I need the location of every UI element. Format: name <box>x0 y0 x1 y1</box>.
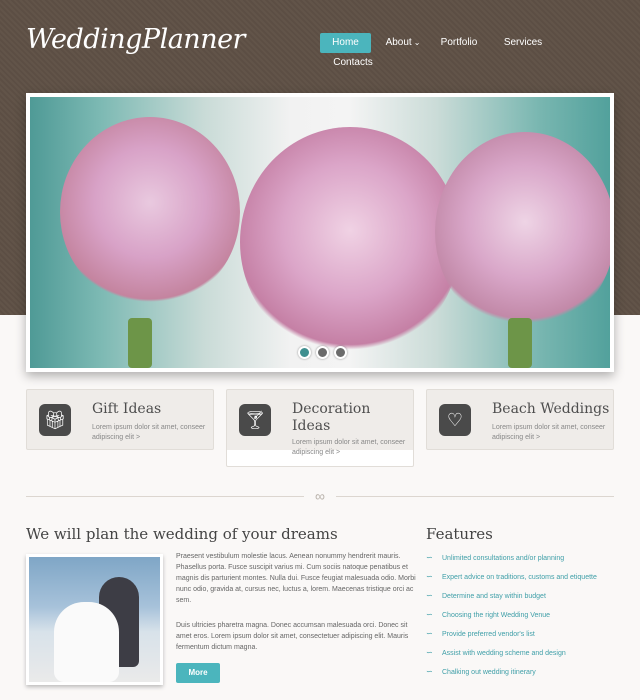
hearts-icon: ♡ <box>439 404 471 436</box>
feature-box-link[interactable]: Lorem ipsum dolor sit amet, conseer adip… <box>492 423 612 443</box>
hero-slider <box>26 93 614 372</box>
main-paragraph-1: Praesent vestibulum molestie lacus. Aene… <box>176 553 416 604</box>
bouquet-left <box>60 117 240 307</box>
nav-home[interactable]: Home <box>320 33 371 53</box>
feature-list-label: Expert advice on traditions, customs and… <box>442 574 597 581</box>
feature-list-label: Provide preferred vendor's list <box>442 631 535 638</box>
more-button[interactable]: More <box>176 663 220 683</box>
main-paragraph-2: Duis ultricies pharetra magna. Donec acc… <box>176 622 409 651</box>
cocktail-glass-icon: 🍸︎ <box>239 404 271 436</box>
swirl-icon: ∽ <box>426 572 433 581</box>
main-section-title: We will plan the wedding of your dreams <box>26 525 338 543</box>
feature-box-title: Gift Ideas <box>92 401 162 417</box>
feature-list-label: Assist with wedding scheme and design <box>442 650 566 657</box>
swirl-icon: ∽ <box>426 629 433 638</box>
swirl-icon: ∽ <box>426 610 433 619</box>
nav-portfolio-label: Portfolio <box>440 37 478 48</box>
slider-dot-3[interactable] <box>334 346 347 359</box>
nav-about[interactable]: About ⌄ <box>383 33 423 53</box>
bride-figure <box>54 602 119 682</box>
section-divider-right <box>336 496 614 497</box>
swirl-icon: ∽ <box>426 667 433 676</box>
feature-box-title: Beach Weddings <box>492 401 610 417</box>
chevron-down-icon: ⌄ <box>413 38 421 47</box>
bouquet-right <box>435 132 610 332</box>
nav-contacts-label: Contacts <box>333 57 373 68</box>
feature-list-item[interactable]: ∽ Provide preferred vendor's list <box>426 629 535 638</box>
feature-list-label: Chalking out wedding itinerary <box>442 669 536 676</box>
slider-pagination <box>298 346 347 359</box>
wedding-couple-photo <box>26 554 163 685</box>
feature-box-decoration-ideas[interactable]: 🍸︎ Decoration Ideas Lorem ipsum dolor si… <box>226 389 414 467</box>
swirl-icon: ∽ <box>426 553 433 562</box>
photo-image <box>29 557 160 682</box>
nav-services[interactable]: Services <box>500 33 546 53</box>
feature-list-label: Determine and stay within budget <box>442 593 546 600</box>
feature-list-item[interactable]: ∽ Expert advice on traditions, customs an… <box>426 572 597 581</box>
swirl-icon: ∽ <box>426 648 433 657</box>
feature-list-item[interactable]: ∽ Choosing the right Wedding Venue <box>426 610 550 619</box>
bouquet-stem <box>128 318 152 368</box>
nav-home-label: Home <box>332 37 359 48</box>
slider-dot-2[interactable] <box>316 346 329 359</box>
feature-box-link[interactable]: Lorem ipsum dolor sit amet, conseer adip… <box>92 423 212 443</box>
bouquet-center <box>240 127 460 357</box>
feature-list-label: Choosing the right Wedding Venue <box>442 612 551 619</box>
nav-services-label: Services <box>503 37 543 48</box>
nav-contacts[interactable]: Contacts <box>331 53 375 73</box>
nav-about-label: About <box>385 37 412 48</box>
feature-box-gift-ideas[interactable]: 🎁︎ Gift Ideas Lorem ipsum dolor sit amet… <box>26 389 214 450</box>
hero-slide-image <box>30 97 610 368</box>
section-divider-left <box>26 496 304 497</box>
divider-ornament-icon: ∞ <box>315 488 325 504</box>
feature-list-item[interactable]: ∽ Chalking out wedding itinerary <box>426 667 536 676</box>
nav-portfolio[interactable]: Portfolio <box>436 33 482 53</box>
feature-list-label: Unlimited consultations and/or planning <box>442 555 565 562</box>
feature-list-item[interactable]: ∽ Assist with wedding scheme and design <box>426 648 566 657</box>
feature-box-link[interactable]: Lorem ipsum dolor sit amet, conseer adip… <box>292 438 412 458</box>
feature-list-item[interactable]: ∽ Determine and stay within budget <box>426 591 546 600</box>
feature-box-beach-weddings[interactable]: ♡ Beach Weddings Lorem ipsum dolor sit a… <box>426 389 614 450</box>
feature-box-title: Decoration Ideas <box>292 401 371 434</box>
slider-dot-1[interactable] <box>298 346 311 359</box>
feature-list-item[interactable]: ∽ Unlimited consultations and/or planning <box>426 553 564 562</box>
bouquet-stem <box>508 318 532 368</box>
swirl-icon: ∽ <box>426 591 433 600</box>
features-title: Features <box>426 525 493 543</box>
gift-icon: 🎁︎ <box>39 404 71 436</box>
site-logo[interactable]: WeddingPlanner <box>26 24 245 55</box>
